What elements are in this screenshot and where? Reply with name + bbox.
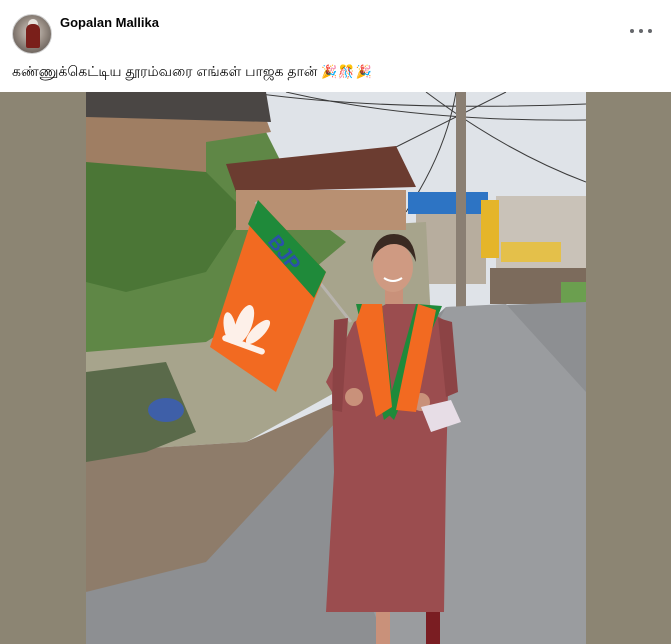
- more-options-icon[interactable]: [626, 20, 656, 40]
- author-avatar[interactable]: [12, 14, 52, 54]
- facebook-post: Gopalan Mallika கண்ணுக்கெட்டிய தூரம்வரை …: [0, 0, 671, 644]
- photo-illustration: BJP: [86, 92, 586, 644]
- author-name[interactable]: Gopalan Mallika: [60, 15, 159, 30]
- party-popper-emoji: 🎉🎊🎉: [321, 65, 373, 80]
- caption-text: கண்ணுக்கெட்டிய தூரம்வரை எங்கள் பாஜக தான்: [12, 63, 318, 79]
- post-caption: கண்ணுக்கெட்டிய தூரம்வரை எங்கள் பாஜக தான்…: [12, 63, 373, 82]
- post-photo[interactable]: BJP: [86, 92, 586, 644]
- post-header: Gopalan Mallika: [0, 0, 671, 60]
- post-media[interactable]: BJP: [0, 92, 671, 644]
